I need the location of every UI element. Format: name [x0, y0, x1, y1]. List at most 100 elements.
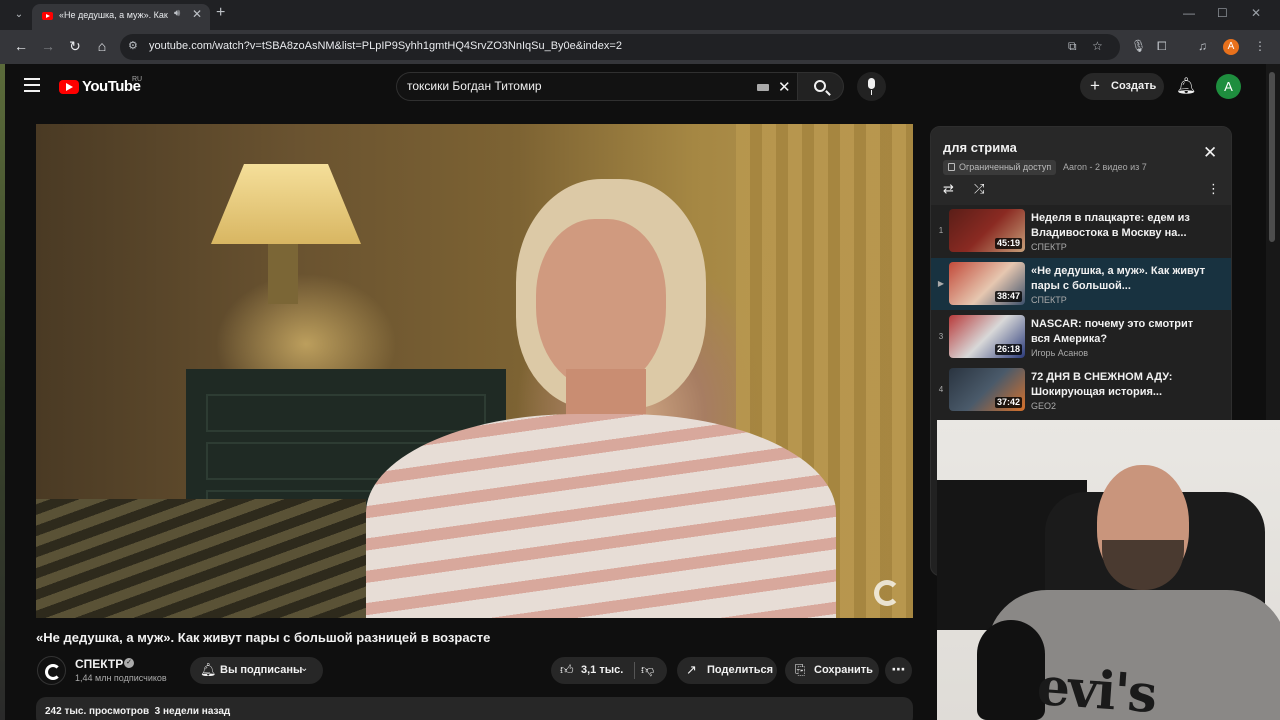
- browser-menu-icon[interactable]: ⋮: [1254, 39, 1266, 53]
- back-arrow-icon[interactable]: ←: [12, 38, 30, 54]
- access-label: Ограниченный доступ: [959, 162, 1052, 172]
- hamburger-menu-icon[interactable]: [24, 78, 40, 92]
- video-duration: 26:18: [994, 344, 1022, 355]
- video-player[interactable]: [36, 124, 913, 618]
- playlist-thumbnail[interactable]: 45:19: [949, 209, 1025, 252]
- search-input[interactable]: [407, 79, 737, 93]
- microphone-icon: [868, 78, 875, 95]
- tab-title: «Не дедушка, а муж». Как: [59, 10, 168, 20]
- reload-icon[interactable]: ↻: [66, 38, 84, 55]
- keyboard-icon[interactable]: [757, 84, 769, 91]
- address-bar[interactable]: ⚙ youtube.com/watch?v=tSBA8zoAsNM&list=P…: [120, 34, 1120, 60]
- playlist-thumbnail[interactable]: 38:47: [949, 262, 1025, 305]
- extensions-puzzle-icon[interactable]: ⧠: [1157, 39, 1167, 54]
- save-label: Сохранить: [814, 664, 873, 676]
- search-box[interactable]: ✕: [396, 72, 797, 101]
- address-url[interactable]: youtube.com/watch?v=tSBA8zoAsNM&list=PLp…: [149, 40, 622, 52]
- subscribed-label: Вы подписаны: [220, 664, 303, 676]
- loop-icon[interactable]: ⇄: [943, 181, 954, 197]
- window-close-icon[interactable]: ✕: [1251, 6, 1261, 20]
- playlist-item-title[interactable]: «Не дедушка, а муж». Как живут пары с бо…: [1031, 264, 1211, 294]
- playlist-item-title[interactable]: NASCAR: почему это смотрит вся Америка?: [1031, 317, 1211, 347]
- playlist-more-icon[interactable]: ⋮: [1207, 181, 1220, 197]
- webcam-overlay: evi's: [937, 420, 1280, 720]
- playlist-item[interactable]: 4 37:42 72 ДНЯ В СНЕЖНОМ АДУ: Шокирующая…: [931, 364, 1231, 416]
- like-count[interactable]: 3,1 тыс.: [581, 664, 623, 676]
- now-playing-icon: ▶: [937, 279, 945, 288]
- playlist-title[interactable]: для стрима: [943, 140, 1017, 155]
- browser-tab-bar: ⌄ «Не дедушка, а муж». Как 🔊︎ ✕ + — ☐ ✕: [0, 0, 1280, 30]
- search-icon: [814, 80, 826, 92]
- playlist-thumbnail[interactable]: 26:18: [949, 315, 1025, 358]
- description-box[interactable]: 242 тыс. просмотров 3 недели назад: [36, 697, 913, 720]
- playlist-item-title[interactable]: Неделя в плацкарте: едем из Владивостока…: [1031, 211, 1211, 241]
- lock-icon: [948, 163, 955, 171]
- browser-tab-active[interactable]: «Не дедушка, а муж». Как 🔊︎ ✕: [32, 4, 210, 30]
- speaker-icon[interactable]: 🔊︎: [174, 8, 180, 19]
- bell-icon: 🔔︎: [200, 662, 217, 677]
- close-playlist-icon[interactable]: ✕: [1203, 143, 1217, 163]
- video-person-face: [536, 219, 666, 389]
- tab-search-button[interactable]: ⌄: [8, 5, 30, 25]
- dislike-icon[interactable]: 👎︎: [641, 662, 654, 678]
- scrollbar-thumb[interactable]: [1269, 72, 1275, 242]
- youtube-favicon-icon: [42, 12, 53, 20]
- video-scene-lamp: [211, 164, 361, 244]
- shuffle-icon[interactable]: ⤮: [974, 181, 984, 197]
- verified-badge-icon: ✓: [124, 658, 134, 668]
- browser-profile-avatar[interactable]: A: [1223, 39, 1239, 55]
- search-button[interactable]: [797, 72, 844, 101]
- bookmark-star-icon[interactable]: ☆: [1092, 39, 1103, 53]
- playlist-header: для стрима Ограниченный доступ Aaron - 2…: [931, 127, 1231, 205]
- playlist-item-current[interactable]: ▶ 38:47 «Не дедушка, а муж». Как живут п…: [931, 258, 1231, 310]
- new-tab-icon[interactable]: +: [216, 4, 225, 22]
- page-scrollbar[interactable]: [1266, 64, 1280, 420]
- video-title: «Не дедушка, а муж». Как живут пары с бо…: [36, 630, 491, 645]
- upload-date: 3 недели назад: [154, 706, 231, 717]
- video-person-shirt: [366, 414, 836, 618]
- plus-icon: +: [1090, 76, 1100, 95]
- access-badge: Ограниченный доступ: [943, 160, 1057, 175]
- subscriber-count: 1,44 млн подписчиков: [75, 673, 167, 683]
- create-button[interactable]: + Создать: [1080, 73, 1164, 100]
- share-button[interactable]: ↗ Поделиться: [677, 657, 777, 684]
- account-avatar[interactable]: A: [1216, 74, 1241, 99]
- playlist-item[interactable]: 3 26:18 NASCAR: почему это смотрит вся А…: [931, 311, 1231, 363]
- playlist-item-channel[interactable]: GEO2: [1031, 401, 1056, 411]
- playlist-item-channel[interactable]: Игорь Асанов: [1031, 348, 1088, 358]
- chevron-down-icon: ⌄: [300, 663, 309, 674]
- create-label: Создать: [1111, 80, 1157, 92]
- channel-avatar[interactable]: [37, 656, 66, 685]
- tab-close-icon[interactable]: ✕: [192, 7, 202, 21]
- region-code: RU: [132, 76, 143, 83]
- playlist-thumbnail[interactable]: 37:42: [949, 368, 1025, 411]
- like-icon[interactable]: 👍︎: [560, 662, 574, 678]
- playlist-item-channel[interactable]: СПЕКТР: [1031, 242, 1067, 252]
- playlist-meta: Aaron - 2 видео из 7: [1063, 162, 1147, 172]
- webcam-shirt-logo: evi's: [1035, 655, 1158, 720]
- subscribed-button[interactable]: 🔔︎ Вы подписаны ⌄: [190, 657, 323, 684]
- more-actions-icon[interactable]: ⋯: [885, 657, 912, 684]
- share-arrow-icon: ↗: [686, 662, 697, 677]
- video-duration: 38:47: [994, 291, 1022, 302]
- media-controls-icon[interactable]: ♫: [1198, 39, 1207, 53]
- minimize-icon[interactable]: —: [1183, 6, 1195, 20]
- cast-icon[interactable]: ⧉: [1068, 39, 1077, 54]
- browser-toolbar: ← → ↻ ⌂ ⚙ youtube.com/watch?v=tSBA8zoAsN…: [0, 30, 1280, 64]
- playlist-item-title[interactable]: 72 ДНЯ В СНЕЖНОМ АДУ: Шокирующая история…: [1031, 370, 1211, 400]
- clear-search-icon[interactable]: ✕: [778, 78, 791, 96]
- site-info-icon[interactable]: ⚙: [128, 39, 138, 52]
- forward-arrow-icon[interactable]: →: [39, 38, 57, 54]
- channel-name[interactable]: СПЕКТР: [75, 657, 123, 671]
- maximize-icon[interactable]: ☐: [1217, 6, 1228, 20]
- video-scene-bed: [36, 499, 366, 618]
- save-button[interactable]: ⎘ Сохранить: [785, 657, 879, 684]
- home-icon[interactable]: ⌂: [93, 38, 111, 54]
- notifications-bell-icon[interactable]: 🔔︎: [1176, 76, 1196, 96]
- playlist-item-channel[interactable]: СПЕКТР: [1031, 295, 1067, 305]
- playlist-item[interactable]: 1 45:19 Неделя в плацкарте: едем из Влад…: [931, 205, 1231, 257]
- channel-watermark-icon[interactable]: [874, 580, 900, 606]
- youtube-play-icon: [59, 80, 79, 94]
- voice-search-button[interactable]: [857, 72, 886, 101]
- voice-search-extension-icon[interactable]: 🎙︎: [1131, 39, 1146, 53]
